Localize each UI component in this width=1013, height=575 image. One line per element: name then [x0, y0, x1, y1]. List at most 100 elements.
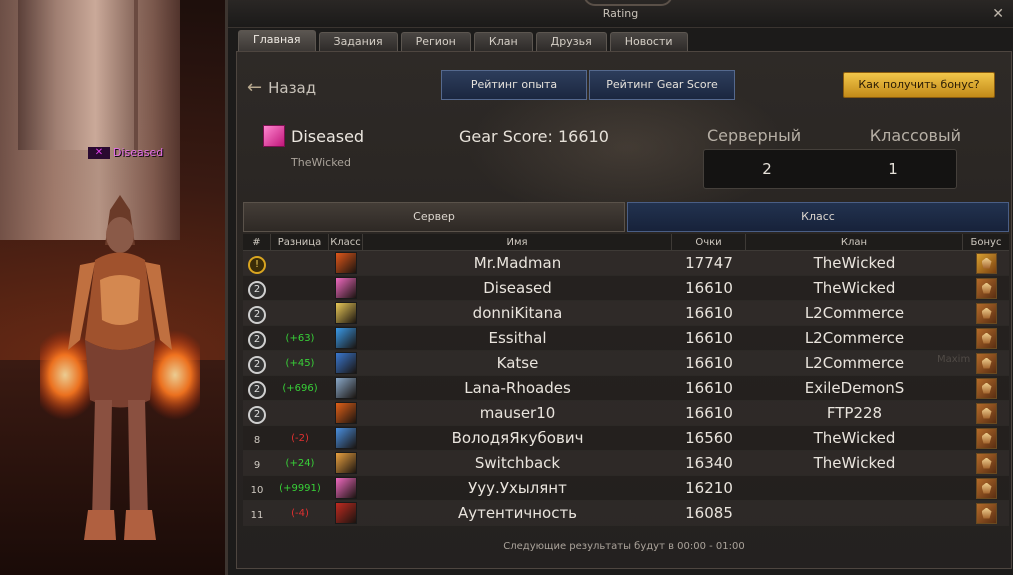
class-icon[interactable] — [335, 327, 357, 349]
clan-cell: TheWicked — [813, 254, 896, 272]
silver-medal-icon: 2 — [248, 330, 266, 349]
back-label: Назад — [268, 78, 317, 97]
bronze-bonus-icon[interactable] — [975, 402, 997, 424]
table-row[interactable]: 2 Diseased 16610 TheWicked — [243, 276, 1009, 301]
class-icon[interactable] — [335, 377, 357, 399]
rank-cell: 8 — [243, 429, 271, 447]
player-name-cell[interactable]: mauser10 — [363, 404, 672, 422]
title-bar[interactable]: Rating ✕ — [228, 0, 1013, 28]
col-delta[interactable]: Разница — [271, 234, 329, 250]
score-cell: 16610 — [685, 279, 733, 297]
tab-region[interactable]: Регион — [400, 32, 471, 51]
class-icon[interactable] — [335, 252, 357, 274]
tab-main[interactable]: Главная — [238, 30, 316, 51]
back-button[interactable]: ← Назад — [247, 77, 316, 98]
player-name-cell[interactable]: Ууу.Ухылянт — [363, 479, 672, 497]
rank-number: 8 — [253, 435, 261, 446]
bronze-bonus-icon[interactable] — [975, 277, 997, 299]
class-rank-value: 1 — [888, 160, 898, 178]
silver-medal-icon: 2 — [248, 305, 266, 324]
score-cell: 16210 — [685, 479, 733, 497]
class-icon[interactable] — [335, 427, 357, 449]
col-class[interactable]: Класс — [329, 234, 363, 250]
score-cell: 16610 — [685, 329, 733, 347]
class-icon[interactable] — [335, 477, 357, 499]
bonus-cell — [963, 377, 1009, 399]
player-name-cell[interactable]: ВолодяЯкубович — [363, 429, 672, 447]
exp-rating-button[interactable]: Рейтинг опыта — [441, 70, 587, 100]
class-tab-button[interactable]: Класс — [627, 202, 1009, 232]
table-row[interactable]: 2 (+696) Lana-Rhoades 16610 ExileDemonS — [243, 376, 1009, 401]
gear-score-rating-button[interactable]: Рейтинг Gear Score — [589, 70, 735, 100]
table-row[interactable]: 2 donniKitana 16610 L2Commerce — [243, 301, 1009, 326]
player-name-cell[interactable]: Diseased — [363, 279, 672, 297]
tab-news[interactable]: Новости — [609, 32, 688, 51]
player-name-cell[interactable]: Lana-Rhoades — [363, 379, 672, 397]
player-clan: TheWicked — [291, 156, 351, 169]
table-row[interactable]: 2 (+63) Essithal 16610 L2Commerce — [243, 326, 1009, 351]
rating-panel: ← Назад Рейтинг опыта Рейтинг Gear Score… — [236, 51, 1012, 569]
bronze-bonus-icon[interactable] — [975, 327, 997, 349]
class-cross-icon: ✕ — [88, 146, 110, 159]
window-title: Rating — [602, 7, 639, 20]
class-cell — [329, 252, 363, 274]
bronze-bonus-icon[interactable] — [975, 377, 997, 399]
col-score[interactable]: Очки — [672, 234, 746, 250]
table-row[interactable]: 11 (-4) Аутентичность 16085 — [243, 501, 1009, 526]
player-name-cell[interactable]: Mr.Madman — [363, 254, 672, 272]
bronze-bonus-icon[interactable] — [975, 302, 997, 324]
class-cell — [329, 402, 363, 424]
class-icon[interactable] — [335, 452, 357, 474]
rank-cell: 2 — [243, 303, 271, 324]
bonus-cell — [963, 502, 1009, 524]
table-row[interactable]: 2 mauser10 16610 FTP228 — [243, 401, 1009, 426]
score-cell: 16340 — [685, 454, 733, 472]
player-character[interactable] — [40, 190, 200, 550]
class-cell — [329, 377, 363, 399]
bronze-bonus-icon[interactable] — [975, 502, 997, 524]
player-name-cell[interactable]: Essithal — [363, 329, 672, 347]
col-clan[interactable]: Клан — [746, 234, 963, 250]
table-row[interactable]: ! Mr.Madman 17747 TheWicked — [243, 251, 1009, 276]
player-name-cell[interactable]: donniKitana — [363, 304, 672, 322]
silver-medal-icon: 2 — [248, 405, 266, 424]
class-icon[interactable] — [335, 402, 357, 424]
clan-cell: L2Commerce — [804, 329, 905, 347]
rank-number: 9 — [253, 460, 261, 471]
player-name-cell[interactable]: Switchback — [363, 454, 672, 472]
rating-table: # Разница Класс Имя Очки Клан Бонус ! Mr.… — [243, 234, 1009, 526]
bronze-bonus-icon[interactable] — [975, 477, 997, 499]
class-icon[interactable] — [335, 352, 357, 374]
table-row[interactable]: 8 (-2) ВолодяЯкубович 16560 TheWicked — [243, 426, 1009, 451]
table-row[interactable]: 9 (+24) Switchback 16340 TheWicked — [243, 451, 1009, 476]
pillar-column — [18, 0, 138, 150]
col-bonus[interactable]: Бонус — [963, 234, 1009, 250]
bonus-info-button[interactable]: Как получить бонус? — [843, 72, 995, 98]
class-icon[interactable] — [335, 277, 357, 299]
bronze-bonus-icon[interactable] — [975, 452, 997, 474]
score-cell: 16610 — [685, 354, 733, 372]
delta-cell: (+9991) — [279, 482, 321, 494]
table-row[interactable]: 10 (+9991) Ууу.Ухылянт 16210 — [243, 476, 1009, 501]
col-name[interactable]: Имя — [363, 234, 672, 250]
close-icon[interactable]: ✕ — [992, 6, 1004, 22]
col-rank[interactable]: # — [243, 234, 271, 250]
gold-crown-icon[interactable] — [975, 252, 997, 274]
player-name-cell[interactable]: Katse — [363, 354, 672, 372]
class-icon[interactable] — [335, 302, 357, 324]
bronze-bonus-icon[interactable] — [975, 352, 997, 374]
bronze-bonus-icon[interactable] — [975, 427, 997, 449]
score-cell: 16610 — [685, 304, 733, 322]
class-cell — [329, 352, 363, 374]
player-name-cell[interactable]: Аутентичность — [363, 504, 672, 522]
delta-cell: (-2) — [291, 432, 309, 444]
class-cell — [329, 327, 363, 349]
table-row[interactable]: 2 (+45) Katse 16610 L2Commerce — [243, 351, 1009, 376]
server-tab-button[interactable]: Сервер — [243, 202, 625, 232]
tab-friends[interactable]: Друзья — [535, 32, 607, 51]
table-header: # Разница Класс Имя Очки Клан Бонус — [243, 234, 1009, 251]
tab-clan[interactable]: Клан — [473, 32, 533, 51]
gold-medal-icon: ! — [248, 255, 266, 274]
class-icon[interactable] — [335, 502, 357, 524]
tab-quests[interactable]: Задания — [318, 32, 398, 51]
